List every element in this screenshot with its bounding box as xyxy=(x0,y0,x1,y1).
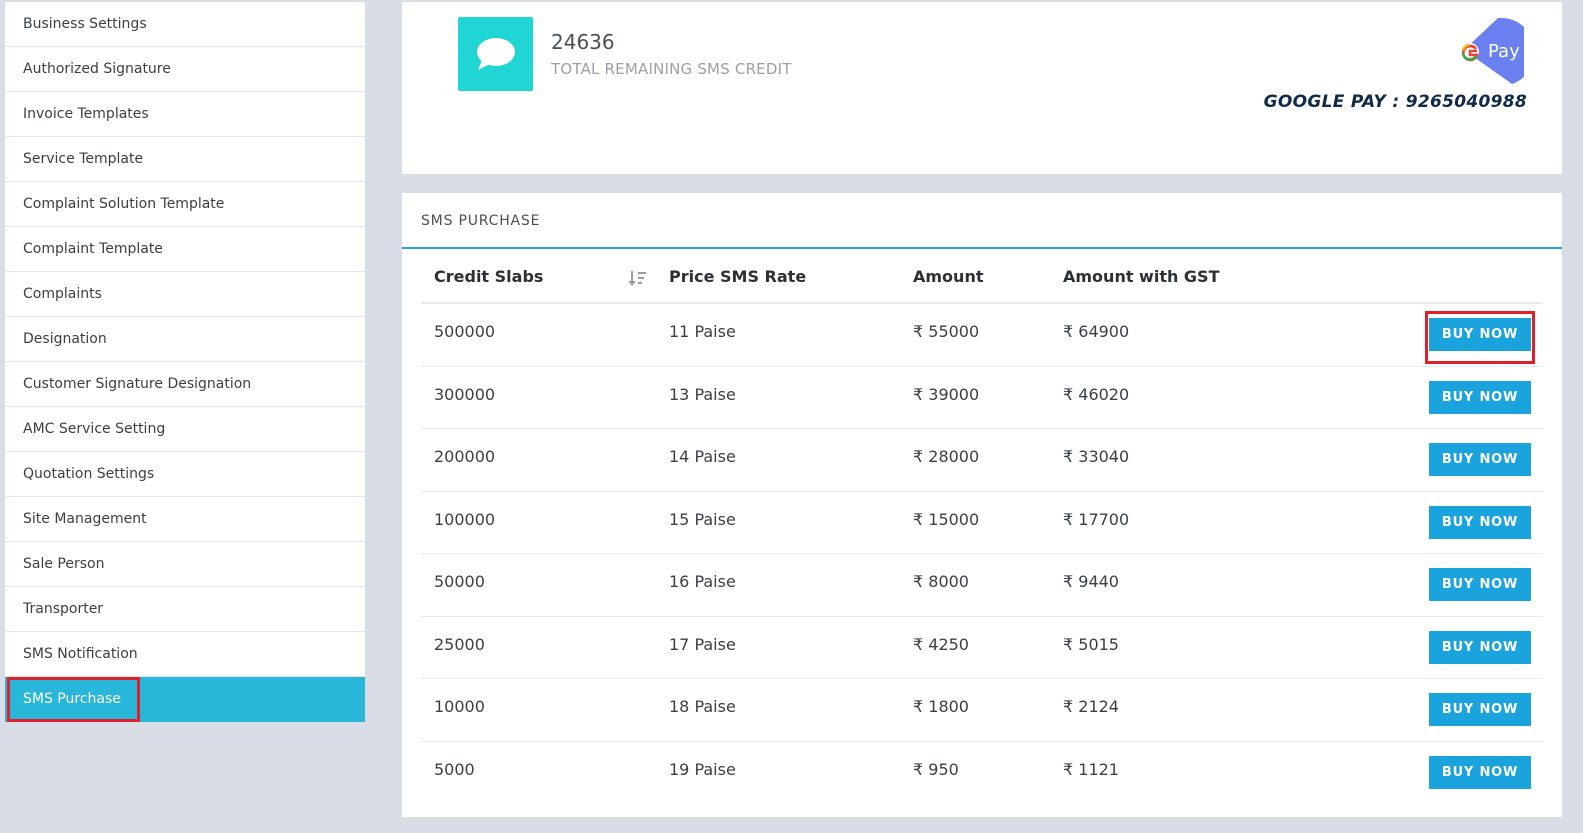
sidebar-item-invoice-templates[interactable]: Invoice Templates xyxy=(5,92,365,137)
sidebar-item-transporter[interactable]: Transporter xyxy=(5,587,365,632)
table-row: 10000 18 Paise ₹ 1800 ₹ 2124 BUY NOW xyxy=(421,679,1543,742)
amount-cell: ₹ 15000 xyxy=(913,509,980,529)
sidebar-item-complaint-solution-template[interactable]: Complaint Solution Template xyxy=(5,182,365,227)
sort-icon[interactable] xyxy=(627,269,647,289)
sms-credit-tile xyxy=(458,17,533,91)
sidebar-item-site-management[interactable]: Site Management xyxy=(5,497,365,542)
column-header-price-sms-rate[interactable]: Price SMS Rate xyxy=(669,267,806,286)
buy-now-button[interactable]: BUY NOW xyxy=(1429,693,1531,726)
amount-cell: ₹ 28000 xyxy=(913,447,980,466)
sms-rate-cell: 18 Paise xyxy=(669,697,736,716)
buy-now-button[interactable]: BUY NOW xyxy=(1429,755,1531,789)
amount-gst-cell: ₹ 17700 xyxy=(1063,509,1130,529)
sidebar-item-designation[interactable]: Designation xyxy=(5,317,365,362)
google-pay-number: GOOGLE PAY : 9265040988 xyxy=(1263,92,1527,112)
amount-gst-cell: ₹ 9440 xyxy=(1063,572,1119,591)
google-pay-logo-text: Pay xyxy=(1488,41,1520,62)
sidebar-item-complaint-template[interactable]: Complaint Template xyxy=(5,227,365,272)
amount-gst-cell: ₹ 1121 xyxy=(1063,759,1119,779)
sms-rate-cell: 16 Paise xyxy=(669,572,736,591)
credit-slab-cell: 200000 xyxy=(434,447,496,466)
sms-purchase-panel: SMS PURCHASE Credit Slabs Price SMS Rate… xyxy=(402,193,1562,817)
column-header-amount[interactable]: Amount xyxy=(913,267,983,286)
amount-gst-cell: ₹ 46020 xyxy=(1063,384,1130,404)
buy-now-button[interactable]: BUY NOW xyxy=(1429,380,1531,414)
amount-cell: ₹ 4250 xyxy=(913,634,969,654)
sms-rate-cell: 14 Paise xyxy=(669,447,736,466)
chat-bubble-icon xyxy=(476,38,515,70)
settings-sidebar: Business Settings Authorized Signature I… xyxy=(5,2,365,722)
amount-gst-cell: ₹ 33040 xyxy=(1063,447,1130,466)
amount-cell: ₹ 55000 xyxy=(913,322,980,341)
table-row: 300000 13 Paise ₹ 39000 ₹ 46020 BUY NOW xyxy=(421,367,1543,429)
amount-cell: ₹ 39000 xyxy=(913,384,980,404)
column-header-credit-slabs[interactable]: Credit Slabs xyxy=(434,267,543,286)
credit-slab-cell: 300000 xyxy=(434,384,496,404)
table-row: 200000 14 Paise ₹ 28000 ₹ 33040 BUY NOW xyxy=(421,429,1543,492)
sidebar-item-service-template[interactable]: Service Template xyxy=(5,137,365,182)
sidebar-item-sms-notification[interactable]: SMS Notification xyxy=(5,632,365,677)
credit-slab-cell: 100000 xyxy=(434,509,496,529)
sms-rate-cell: 13 Paise xyxy=(669,384,736,404)
google-pay-logo: Pay xyxy=(1461,17,1524,84)
buy-now-button[interactable]: BUY NOW xyxy=(1429,318,1531,351)
amount-cell: ₹ 1800 xyxy=(913,697,969,716)
sidebar-item-sale-person[interactable]: Sale Person xyxy=(5,542,365,587)
sidebar-item-complaints[interactable]: Complaints xyxy=(5,272,365,317)
table-row: 500000 11 Paise ₹ 55000 ₹ 64900 BUY NOW xyxy=(421,304,1543,367)
buy-now-wrapper: BUY NOW xyxy=(1425,311,1535,364)
panel-title: SMS PURCHASE xyxy=(402,193,1562,249)
sidebar-item-label: SMS Purchase xyxy=(23,691,121,707)
table-row: 5000 19 Paise ₹ 950 ₹ 1121 BUY NOW xyxy=(421,742,1543,805)
remaining-credit-label: TOTAL REMAINING SMS CREDIT xyxy=(551,60,792,78)
sms-rate-cell: 19 Paise xyxy=(669,759,736,779)
sidebar-item-sms-purchase[interactable]: SMS Purchase xyxy=(5,677,365,722)
sms-credit-panel: 24636 TOTAL REMAINING SMS CREDIT Pay GOO… xyxy=(402,2,1562,174)
amount-gst-cell: ₹ 64900 xyxy=(1063,322,1130,341)
sms-rate-cell: 15 Paise xyxy=(669,509,736,529)
credit-slab-cell: 25000 xyxy=(434,634,485,654)
amount-gst-cell: ₹ 2124 xyxy=(1063,697,1119,716)
table-row: 25000 17 Paise ₹ 4250 ₹ 5015 BUY NOW xyxy=(421,617,1543,679)
sidebar-item-amc-service-setting[interactable]: AMC Service Setting xyxy=(5,407,365,452)
amount-gst-cell: ₹ 5015 xyxy=(1063,634,1119,654)
column-header-amount-with-gst[interactable]: Amount with GST xyxy=(1063,267,1220,286)
remaining-credit-count: 24636 xyxy=(551,30,615,54)
buy-now-button[interactable]: BUY NOW xyxy=(1429,568,1531,601)
sidebar-item-authorized-signature[interactable]: Authorized Signature xyxy=(5,47,365,92)
credit-slab-cell: 500000 xyxy=(434,322,496,341)
sms-rate-cell: 11 Paise xyxy=(669,322,736,341)
credit-slab-cell: 5000 xyxy=(434,759,475,779)
sms-purchase-table: Credit Slabs Price SMS Rate Amount Amoun… xyxy=(421,251,1543,804)
buy-now-button[interactable]: BUY NOW xyxy=(1429,443,1531,476)
sms-rate-cell: 17 Paise xyxy=(669,634,736,654)
buy-now-button[interactable]: BUY NOW xyxy=(1429,505,1531,539)
table-row: 50000 16 Paise ₹ 8000 ₹ 9440 BUY NOW xyxy=(421,554,1543,617)
table-header: Credit Slabs Price SMS Rate Amount Amoun… xyxy=(421,251,1543,304)
credit-slab-cell: 50000 xyxy=(434,572,485,591)
table-row: 100000 15 Paise ₹ 15000 ₹ 17700 BUY NOW xyxy=(421,492,1543,554)
buy-now-button[interactable]: BUY NOW xyxy=(1429,630,1531,664)
credit-slab-cell: 10000 xyxy=(434,697,485,716)
sidebar-item-business-settings[interactable]: Business Settings xyxy=(5,2,365,47)
amount-cell: ₹ 8000 xyxy=(913,572,969,591)
sidebar-item-customer-signature-designation[interactable]: Customer Signature Designation xyxy=(5,362,365,407)
amount-cell: ₹ 950 xyxy=(913,759,959,779)
sidebar-item-quotation-settings[interactable]: Quotation Settings xyxy=(5,452,365,497)
